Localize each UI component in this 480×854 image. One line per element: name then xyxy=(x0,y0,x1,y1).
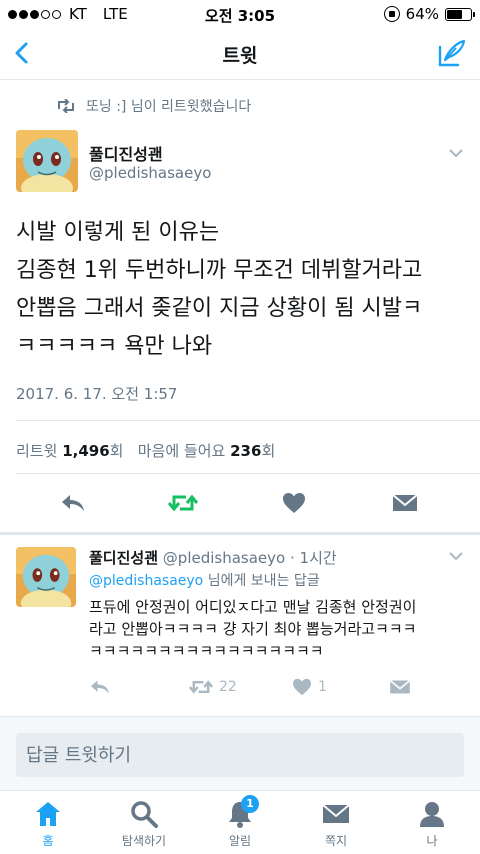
reply-header: 풀디진성괜 @pledishasaeyo · 1시간 xyxy=(89,547,337,568)
tab-explore-label: 탐색하기 xyxy=(121,834,167,848)
tab-home-label: 홈 xyxy=(42,834,54,848)
retweet-button[interactable] xyxy=(168,488,198,518)
reply-message-button[interactable] xyxy=(389,678,411,696)
tab-messages[interactable]: 쪽지 xyxy=(296,799,376,849)
retweet-stat-label: 리트윗 xyxy=(16,442,58,460)
replying-to: @pledishasaeyo 님에게 보내는 답글 xyxy=(89,570,320,590)
heart-icon xyxy=(293,678,311,696)
nav-bar: 트윗 xyxy=(0,28,480,80)
like-unit: 회 xyxy=(261,442,276,460)
reply-icon xyxy=(62,495,84,511)
reply-input[interactable] xyxy=(16,733,464,777)
reply-author-name[interactable]: 풀디진성괜 xyxy=(89,549,158,567)
profile-icon xyxy=(420,802,444,827)
home-icon xyxy=(36,802,60,826)
reply-like-count: 1 xyxy=(318,679,327,695)
tab-explore[interactable]: 탐색하기 xyxy=(104,799,184,849)
tab-notifications-label: 알림 xyxy=(228,834,252,848)
retweet-small-icon xyxy=(58,99,74,113)
tab-messages-label: 쪽지 xyxy=(324,834,348,848)
tab-me-label: 나 xyxy=(426,834,438,848)
reply-composer xyxy=(0,716,480,790)
retweet-count[interactable]: 1,496 xyxy=(62,442,109,460)
reply-to-suffix: 님에게 보내는 답글 xyxy=(203,573,320,589)
chevron-down-icon[interactable] xyxy=(448,145,464,161)
tweet-actions xyxy=(0,488,480,520)
rotation-lock-icon xyxy=(383,6,400,22)
status-right: 64% xyxy=(383,5,475,23)
reply-avatar[interactable] xyxy=(16,547,76,607)
like-button[interactable] xyxy=(279,488,309,518)
notification-badge: 1 xyxy=(241,795,259,813)
battery-percent: 64% xyxy=(405,5,439,23)
retweet-icon xyxy=(168,494,198,512)
envelope-icon xyxy=(389,679,411,694)
reply-text-line: 프듀에 안정권이 어디있ㅈ다고 맨날 김종현 안정권이 xyxy=(89,598,417,616)
section-divider xyxy=(0,532,480,535)
tweet-text: 시발 이렇게 된 이유는 김종현 1위 두번하니까 무조건 데뷔할거라고 안뽑음… xyxy=(16,214,466,366)
reply-retweet-count: 22 xyxy=(219,679,237,695)
retweet-icon xyxy=(189,680,213,694)
reply-text-line: ㅋㅋㅋㅋㅋㅋㅋㅋㅋㅋㅋㅋㅋㅋㅋㅋㅋ xyxy=(89,642,324,660)
retweet-context: 또닝 :] 님이 리트윗했습니다 xyxy=(56,96,251,116)
tweet-timestamp: 2017. 6. 17. 오전 1:57 xyxy=(16,385,178,403)
tab-bar: 홈 탐색하기 1 알림 쪽지 나 xyxy=(0,790,480,854)
avatar[interactable] xyxy=(16,130,78,192)
battery-icon xyxy=(445,7,475,21)
tweet-text-line: ㅋㅋㅋㅋㅋ 욕만 나와 xyxy=(16,334,213,359)
battery-fill xyxy=(447,9,462,19)
reply-actions: 22 1 xyxy=(0,678,480,702)
heart-icon xyxy=(283,493,305,513)
tweet-text-line: 시발 이렇게 된 이유는 xyxy=(16,220,220,245)
divider xyxy=(16,420,480,421)
like-stat-label: 마음에 들어요 xyxy=(137,442,226,460)
mail-icon xyxy=(322,804,350,823)
reply-like-button[interactable]: 1 xyxy=(292,678,327,696)
tweet-text-line: 김종현 1위 두번하니까 무조건 데뷔할거라고 xyxy=(16,258,423,283)
author-name[interactable]: 풀디진성괜 xyxy=(89,141,163,165)
retweet-unit: 회 xyxy=(109,442,124,460)
retweet-context-text[interactable]: 또닝 :] 님이 리트윗했습니다 xyxy=(86,96,251,116)
tweet-stats: 리트윗 1,496회 마음에 들어요 236회 xyxy=(16,440,275,461)
reply-button[interactable] xyxy=(58,488,88,518)
divider xyxy=(16,473,480,474)
tab-home[interactable]: 홈 xyxy=(8,799,88,849)
reply-time: · 1시간 xyxy=(290,549,337,567)
reply-icon xyxy=(91,680,109,694)
search-icon xyxy=(131,801,158,828)
reply-text-line: 라고 안뽑아ㅋㅋㅋㅋ 걍 자기 최야 뽑능거라고ㅋㅋㅋ xyxy=(89,620,417,638)
tab-me[interactable]: 나 xyxy=(392,799,472,849)
compose-tweet-icon[interactable] xyxy=(436,37,468,69)
like-count[interactable]: 236 xyxy=(230,442,261,460)
reply-text: 프듀에 안정권이 어디있ㅈ다고 맨날 김종현 안정권이 라고 안뽑아ㅋㅋㅋㅋ 걍… xyxy=(89,596,464,662)
reply-retweet-button[interactable]: 22 xyxy=(189,678,237,696)
reply-reply-button[interactable] xyxy=(89,678,111,696)
envelope-icon xyxy=(392,494,418,511)
bell-icon-wrap: 1 xyxy=(225,795,259,829)
status-bar: KT LTE 오전 3:05 64% xyxy=(0,0,480,28)
tweet-text-line: 안뽑음 그래서 좆같이 지금 상황이 됨 시발ㅋ xyxy=(16,296,423,321)
author-handle[interactable]: @pledishasaeyo xyxy=(89,164,211,182)
reply-author-handle[interactable]: @pledishasaeyo xyxy=(163,549,285,567)
squirtle-avatar-icon xyxy=(16,547,76,607)
chevron-down-icon[interactable] xyxy=(448,548,464,564)
tab-notifications[interactable]: 1 알림 xyxy=(200,795,280,849)
reply-to-handle[interactable]: @pledishasaeyo xyxy=(89,573,203,589)
squirtle-avatar-icon xyxy=(16,130,78,192)
page-title: 트윗 xyxy=(222,45,258,67)
direct-message-button[interactable] xyxy=(390,488,420,518)
